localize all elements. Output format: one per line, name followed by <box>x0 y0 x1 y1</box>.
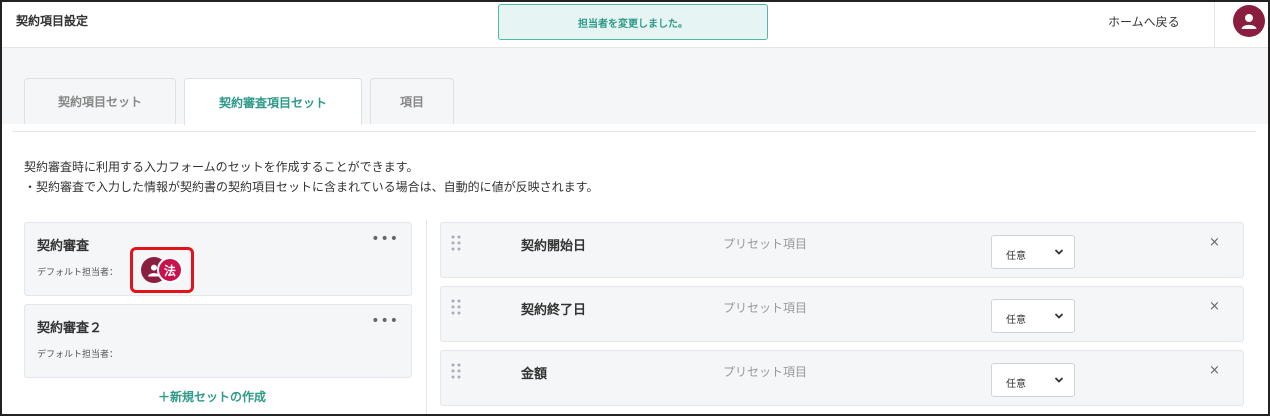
user-avatar[interactable] <box>1233 5 1265 37</box>
more-menu-icon[interactable]: ••• <box>371 313 399 329</box>
chevron-down-icon <box>1054 313 1064 319</box>
default-assignee-label: デフォルト担当者： <box>37 268 119 278</box>
tab-contract-item-set[interactable]: 契約項目セット <box>24 78 176 124</box>
drag-handle-icon[interactable] <box>451 363 461 379</box>
tab-label: 項目 <box>399 95 424 109</box>
chevron-down-icon <box>1054 249 1064 255</box>
required-select[interactable]: 任意 <box>991 363 1075 397</box>
set-name: 契約審査２ <box>37 321 103 336</box>
tab-label: 契約項目セット <box>57 95 142 109</box>
set-card-review[interactable]: 契約審査 ••• デフォルト担当者： 法 <box>24 222 412 296</box>
drag-handle-icon[interactable] <box>451 235 461 251</box>
header: 契約項目設定 担当者を変更しました。 ホームへ戻る <box>2 2 1268 48</box>
item-type: プリセット項目 <box>723 237 808 251</box>
set-card-review-2[interactable]: 契約審査２ ••• デフォルト担当者： <box>24 304 412 378</box>
required-select[interactable]: 任意 <box>991 299 1075 333</box>
user-icon <box>1241 14 1257 29</box>
item-name: 金額 <box>521 367 548 382</box>
tab-items[interactable]: 項目 <box>370 78 454 124</box>
description-line: 契約審査時に利用する入力フォームのセットを作成することができます。 <box>24 160 419 174</box>
panel-divider <box>426 220 427 414</box>
item-row: 契約開始日 プリセット項目 任意 × <box>440 222 1244 278</box>
item-row: 契約終了日 プリセット項目 任意 × <box>440 286 1244 342</box>
item-type: プリセット項目 <box>723 301 808 315</box>
more-menu-icon[interactable]: ••• <box>371 231 399 247</box>
item-name: 契約開始日 <box>521 239 587 254</box>
assignee-highlight[interactable]: 法 <box>130 247 194 293</box>
tab-label: 契約審査項目セット <box>218 95 327 110</box>
select-value: 任意 <box>1006 315 1026 326</box>
tab-review-item-set[interactable]: 契約審査項目セット <box>184 78 362 125</box>
item-name: 契約終了日 <box>521 303 587 318</box>
success-toast: 担当者を変更しました。 <box>498 4 768 40</box>
chevron-down-icon <box>1054 377 1064 383</box>
remove-item-button[interactable]: × <box>1209 299 1220 314</box>
page-title: 契約項目設定 <box>16 14 89 28</box>
create-new-set-button[interactable]: ＋新規セットの作成 <box>158 388 266 405</box>
drag-handle-icon[interactable] <box>451 299 461 315</box>
legal-team-badge: 法 <box>157 257 183 283</box>
header-divider <box>1214 2 1215 48</box>
home-link[interactable]: ホームへ戻る <box>1108 13 1180 30</box>
remove-item-button[interactable]: × <box>1209 235 1220 250</box>
select-value: 任意 <box>1006 251 1026 262</box>
default-assignee-label: デフォルト担当者： <box>37 350 119 360</box>
remove-item-button[interactable]: × <box>1209 363 1220 378</box>
description-line: ・契約審査で入力した情報が契約書の契約項目セットに含まれている場合は、自動的に値… <box>24 180 599 194</box>
tab-band: 契約項目セット 契約審査項目セット 項目 <box>2 48 1268 125</box>
set-name: 契約審査 <box>37 239 90 254</box>
required-select[interactable]: 任意 <box>991 235 1075 269</box>
app-frame: 契約項目設定 担当者を変更しました。 ホームへ戻る 契約項目セット 契約審査項目… <box>0 0 1270 416</box>
description: 契約審査時に利用する入力フォームのセットを作成することができます。 ・契約審査で… <box>24 157 598 197</box>
item-row: 金額 プリセット項目 任意 × <box>440 350 1244 406</box>
item-type: プリセット項目 <box>723 365 808 379</box>
tab-divider <box>12 131 1256 132</box>
select-value: 任意 <box>1006 379 1026 390</box>
toast-text: 担当者を変更しました。 <box>578 18 688 30</box>
